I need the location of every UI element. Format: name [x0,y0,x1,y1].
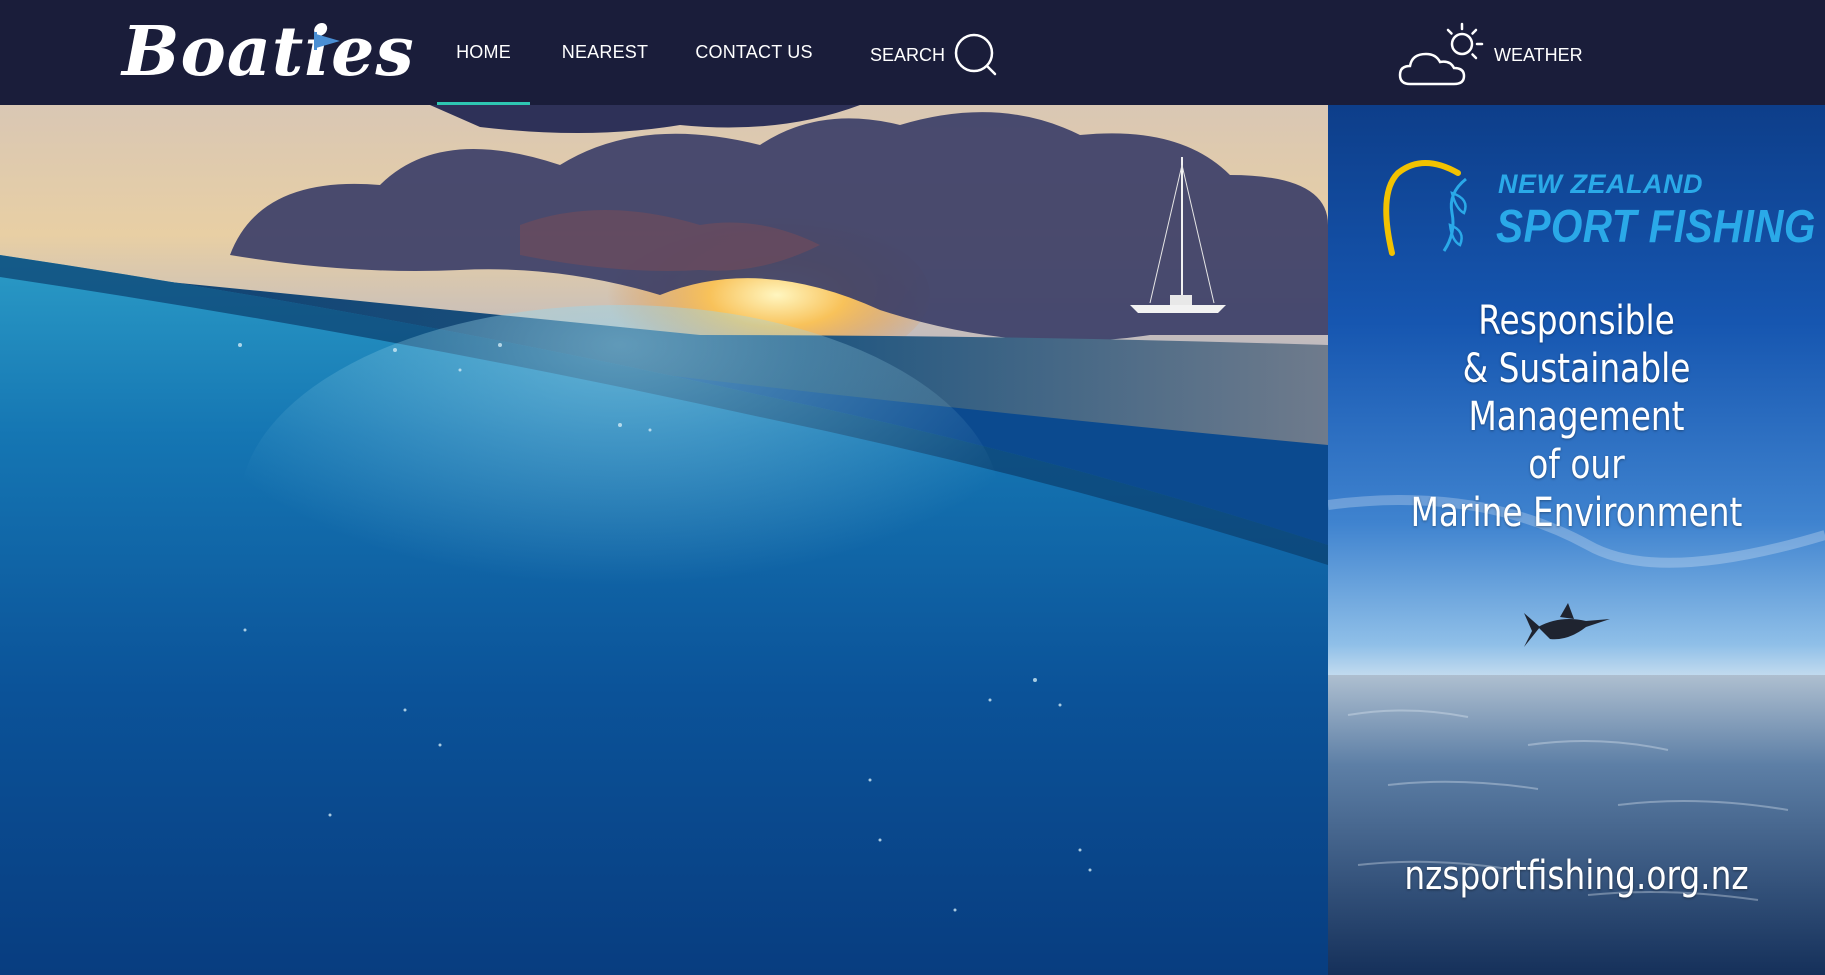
hero-image [0,105,1328,975]
nav-contact-us-label: CONTACT US [695,42,813,62]
ad-tagline-line: of our [1528,442,1625,488]
logo-text: Boaties [122,12,415,92]
leaping-marlin [1524,603,1610,647]
nz-sport-fishing-ad[interactable]: NEW ZEALAND SPORT FISHING Responsible & … [1328,105,1825,975]
logo-flag-icon [316,34,340,48]
ad-brand-line1: NEW ZEALAND [1498,169,1703,199]
nav-home[interactable]: HOME [437,0,530,105]
ad-url[interactable]: nzsportfishing.org.nz [1373,853,1781,899]
boaties-logo[interactable]: Boaties [122,12,414,92]
search-button[interactable]: SEARCH [870,30,999,80]
partly-cloudy-icon [1398,22,1484,86]
ad-tagline-line: Management [1468,394,1685,440]
weather-label: WEATHER [1494,44,1583,65]
nav-nearest[interactable]: NEAREST [530,0,680,105]
site-header: Boaties HOME NEAREST CONTACT US SEARCH W… [0,0,1825,105]
search-label: SEARCH [870,44,946,65]
nz-sport-fishing-logo-icon [1383,160,1467,256]
nav-nearest-label: NEAREST [561,42,649,62]
ad-brand-line2: SPORT FISHING [1496,200,1816,252]
ad-tagline: Responsible & Sustainable Management of … [1373,297,1781,537]
ocean-split-illustration [0,105,1328,975]
nav-home-label: HOME [456,42,511,62]
ad-tagline-line: Responsible [1478,298,1675,344]
nav-contact-us[interactable]: CONTACT US [680,0,828,105]
main-nav: HOME NEAREST CONTACT US [437,0,828,105]
ad-tagline-line: & Sustainable [1462,346,1691,392]
weather-link[interactable]: WEATHER [1398,20,1583,90]
search-icon [954,33,997,76]
ad-tagline-line: Marine Environment [1410,490,1743,536]
